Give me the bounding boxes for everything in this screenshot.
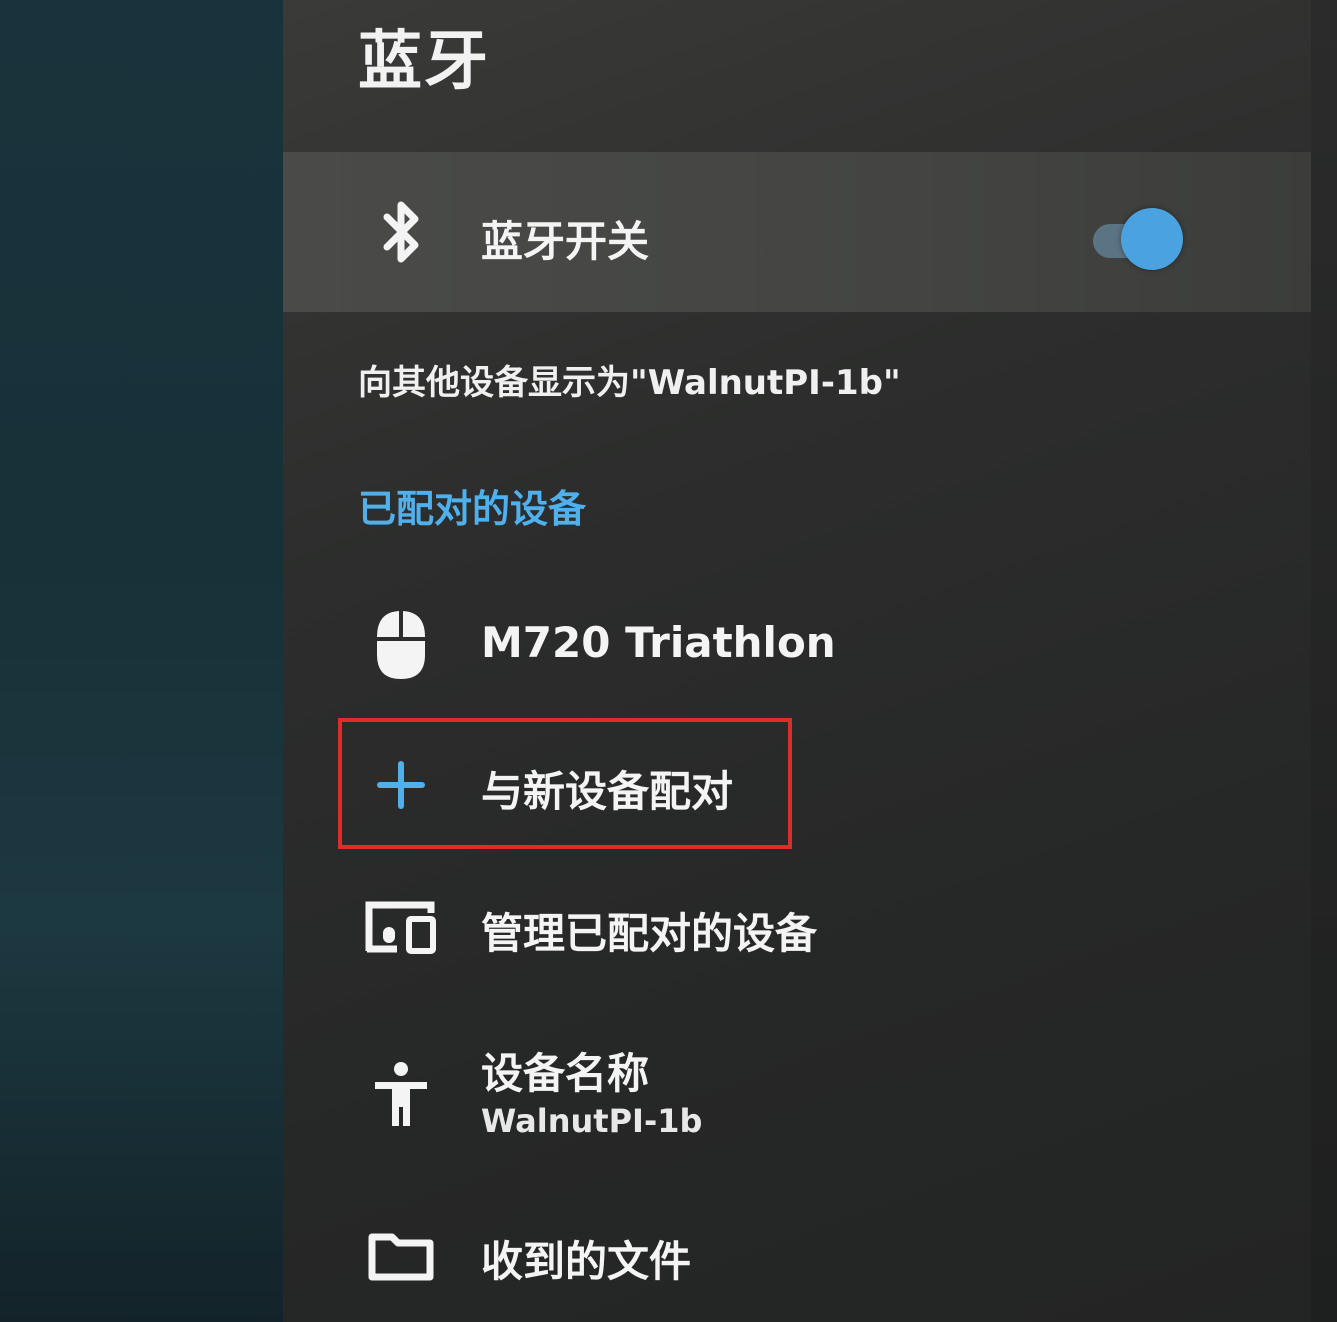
page-title: 蓝牙	[358, 25, 490, 99]
paired-devices-heading: 已配对的设备	[358, 487, 587, 531]
pair-new-device-item[interactable]: 与新设备配对	[283, 730, 1311, 840]
visibility-info: 向其他设备显示为"WalnutPI-1b"	[358, 363, 901, 403]
manage-paired-devices-label: 管理已配对的设备	[481, 909, 818, 958]
mouse-icon	[361, 605, 441, 685]
folder-icon	[361, 1215, 441, 1295]
screen-bezel	[1311, 0, 1337, 1322]
bluetooth-toggle-label: 蓝牙开关	[481, 217, 650, 266]
bluetooth-settings-panel: 蓝牙 蓝牙开关 向其他设备显示为"WalnutPI-1b" 已配对的设备 M72…	[283, 0, 1311, 1322]
pair-new-device-label: 与新设备配对	[481, 767, 734, 816]
bluetooth-toggle-row[interactable]: 蓝牙开关	[283, 152, 1311, 312]
paired-device-name: M720 Triathlon	[481, 618, 836, 667]
device-name-label: 设备名称	[481, 1049, 650, 1098]
desktop-background	[0, 0, 290, 1322]
paired-device-item[interactable]: M720 Triathlon	[283, 590, 1311, 700]
received-files-label: 收到的文件	[481, 1237, 692, 1286]
received-files-item[interactable]: 收到的文件	[283, 1200, 1311, 1310]
device-name-item[interactable]: 设备名称 WalnutPI-1b	[283, 1030, 1311, 1160]
manage-paired-devices-item[interactable]: 管理已配对的设备	[283, 872, 1311, 982]
plus-icon	[361, 745, 441, 825]
devices-icon	[361, 887, 441, 967]
person-icon	[361, 1055, 441, 1135]
device-name-value: WalnutPI-1b	[481, 1102, 703, 1140]
bluetooth-switch-thumb[interactable]	[1121, 208, 1183, 270]
bluetooth-icon	[361, 192, 441, 272]
